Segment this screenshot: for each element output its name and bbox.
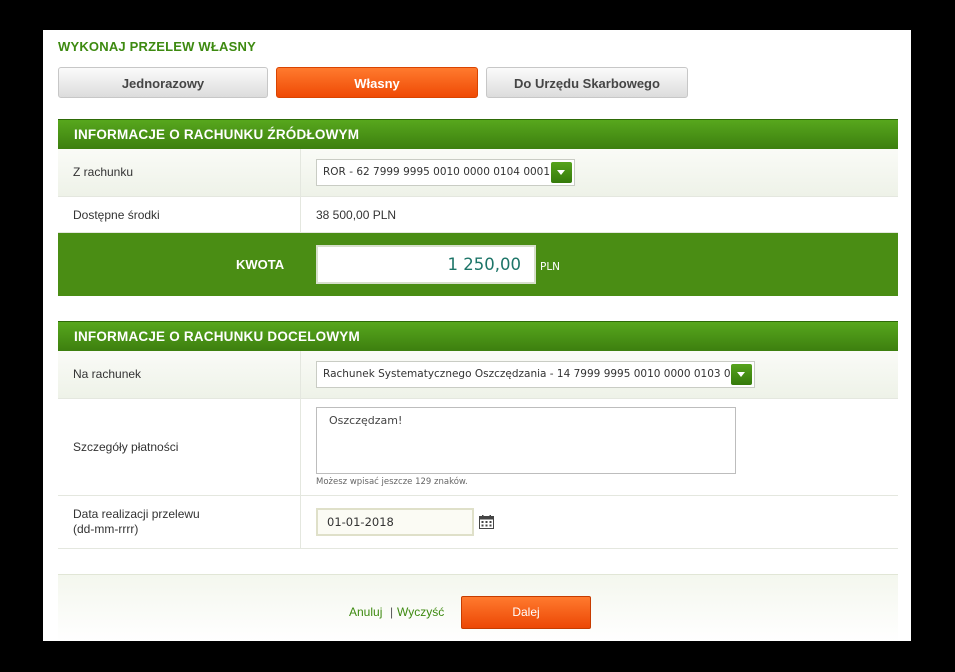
amount-band: KWOTA 1 250,00 PLN (58, 233, 898, 296)
source-account-select[interactable]: ROR - 62 7999 9995 0010 0000 0104 0001 (316, 159, 575, 186)
available-funds-value: 38 500,00 PLN (316, 208, 397, 222)
target-account-select[interactable]: Rachunek Systematycznego Oszczędzania - … (316, 361, 755, 388)
page-title: WYKONAJ PRZELEW WŁASNY (58, 39, 256, 54)
row-divider (300, 149, 301, 196)
source-account-value: ROR - 62 7999 9995 0010 0000 0104 0001 (323, 166, 551, 178)
amount-currency: PLN (540, 261, 561, 273)
execution-date-label: Data realizacji przelewu (dd-mm-rrrr) (73, 507, 200, 537)
clear-link[interactable]: Wyczyść (397, 605, 444, 619)
source-account-row: Z rachunku ROR - 62 7999 9995 0010 0000 … (58, 149, 898, 197)
tab-tax-office[interactable]: Do Urzędu Skarbowego (486, 67, 688, 98)
execution-date-row: Data realizacji przelewu (dd-mm-rrrr) 01… (58, 496, 898, 549)
characters-left-hint: Możesz wpisać jeszcze 129 znaków. (316, 477, 468, 487)
form-footer: Anuluj | Wyczyść Dalej (58, 574, 898, 641)
row-divider (300, 197, 301, 232)
target-section-header: INFORMACJE O RACHUNKU DOCELOWYM (58, 321, 898, 351)
chevron-down-icon[interactable] (551, 162, 572, 183)
tab-own[interactable]: Własny (276, 67, 478, 98)
available-funds-label: Dostępne środki (73, 208, 160, 222)
row-divider (300, 399, 301, 495)
source-section-header: INFORMACJE O RACHUNKU ŹRÓDŁOWYM (58, 119, 898, 149)
next-button[interactable]: Dalej (461, 596, 591, 629)
link-separator: | (390, 605, 394, 619)
execution-date-label-text: Data realizacji przelewu (73, 507, 200, 521)
target-account-value: Rachunek Systematycznego Oszczędzania - … (323, 368, 751, 380)
available-funds-row: Dostępne środki 38 500,00 PLN (58, 197, 898, 233)
calendar-icon[interactable] (479, 515, 494, 529)
amount-input[interactable]: 1 250,00 (316, 245, 536, 284)
amount-label: KWOTA (236, 257, 285, 272)
payment-details-textarea[interactable]: Oszczędzam! (316, 407, 736, 474)
payment-details-label: Szczegóły płatności (73, 440, 179, 454)
chevron-down-icon[interactable] (731, 364, 752, 385)
cancel-link[interactable]: Anuluj (349, 605, 382, 619)
row-divider (300, 351, 301, 398)
target-account-row: Na rachunek Rachunek Systematycznego Osz… (58, 351, 898, 399)
target-account-label: Na rachunek (73, 367, 142, 381)
execution-date-format: (dd-mm-rrrr) (73, 522, 139, 536)
transfer-window: WYKONAJ PRZELEW WŁASNY Jednorazowy Własn… (43, 30, 911, 641)
tab-one-time[interactable]: Jednorazowy (58, 67, 268, 98)
execution-date-input[interactable]: 01-01-2018 (316, 508, 474, 536)
row-divider (300, 496, 301, 548)
source-account-label: Z rachunku (73, 165, 134, 179)
payment-details-row: Szczegóły płatności Oszczędzam! Możesz w… (58, 399, 898, 496)
